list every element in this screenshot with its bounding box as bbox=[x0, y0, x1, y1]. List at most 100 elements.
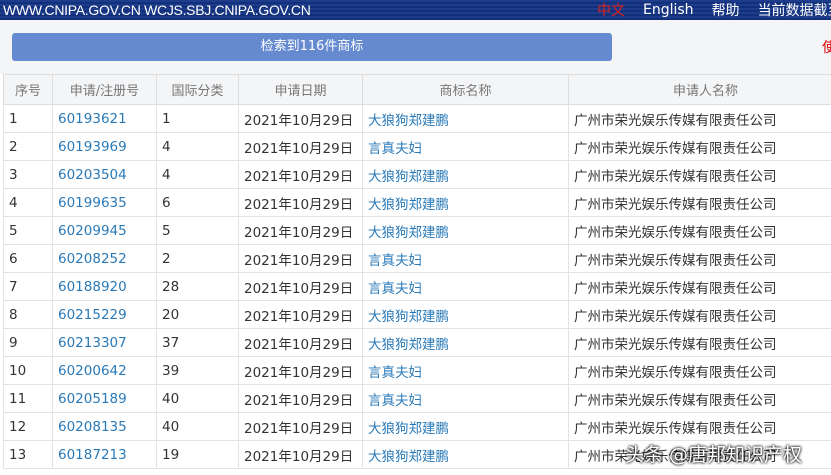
trademark-name-link[interactable]: 言真夫妇 bbox=[362, 244, 569, 273]
row-index: 4 bbox=[3, 188, 53, 217]
applicant-name: 广州市荣光娱乐传媒有限责任公司 bbox=[568, 356, 831, 385]
row-index: 1 bbox=[3, 104, 53, 133]
intl-class: 20 bbox=[156, 300, 239, 329]
trademark-name-link[interactable]: 言真夫妇 bbox=[362, 356, 569, 385]
row-index: 12 bbox=[3, 412, 53, 441]
application-number-link[interactable]: 60215229 bbox=[52, 300, 157, 329]
column-header: 序号 bbox=[3, 74, 53, 105]
table-row: 10 60200642 39 2021年10月29日 言真夫妇 广州市荣光娱乐传媒有限责任… bbox=[3, 356, 831, 385]
trademark-name-link[interactable]: 大狼狗郑建鹏 bbox=[362, 412, 569, 441]
applicant-name: 广州市荣光娱乐传媒有限责任公司 bbox=[568, 384, 831, 413]
applicant-name: 广州市荣光娱乐传媒有限责任公司 bbox=[568, 412, 831, 441]
applicant-name: 广州市荣光娱乐传媒有限责任公司 bbox=[568, 216, 831, 245]
lang-zh-link[interactable]: 中文 bbox=[597, 0, 625, 20]
applicant-name: 广州市荣光娱乐传媒有限责任公司 bbox=[568, 188, 831, 217]
intl-class: 19 bbox=[156, 440, 239, 469]
intl-class: 6 bbox=[156, 188, 239, 217]
applicant-name: 广州市荣光娱乐传媒有限责任公司 bbox=[568, 300, 831, 329]
application-number-link[interactable]: 60188920 bbox=[52, 272, 157, 301]
application-date: 2021年10月29日 bbox=[238, 300, 363, 329]
application-number-link[interactable]: 60213307 bbox=[52, 328, 157, 357]
application-number-link[interactable]: 60203504 bbox=[52, 160, 157, 189]
table-row: 8 60215229 20 2021年10月29日 大狼狗郑建鹏 广州市荣光娱乐传媒有限责… bbox=[3, 300, 831, 329]
results-table: 序号 申请/注册号 国际分类 申请日期 商标名称 申请人名称 1 60193621 1 2021… bbox=[3, 74, 831, 469]
row-index: 8 bbox=[3, 300, 53, 329]
trademark-name-link[interactable]: 大狼狗郑建鹏 bbox=[362, 216, 569, 245]
row-index: 9 bbox=[3, 328, 53, 357]
application-number-link[interactable]: 60205189 bbox=[52, 384, 157, 413]
row-index: 6 bbox=[3, 244, 53, 273]
application-number-link[interactable]: 60200642 bbox=[52, 356, 157, 385]
application-date: 2021年10月29日 bbox=[238, 216, 363, 245]
application-number-link[interactable]: 60199635 bbox=[52, 188, 157, 217]
application-date: 2021年10月29日 bbox=[238, 412, 363, 441]
trademark-name-link[interactable]: 大狼狗郑建鹏 bbox=[362, 188, 569, 217]
intl-class: 5 bbox=[156, 216, 239, 245]
table-row: 5 60209945 5 2021年10月29日 大狼狗郑建鹏 广州市荣光娱乐传媒有限责任… bbox=[3, 216, 831, 245]
applicant-name: 广州市荣光娱乐传媒有限责任公司 bbox=[568, 104, 831, 133]
result-count-banner: 检索到116件商标 bbox=[12, 33, 612, 61]
application-number-link[interactable]: 60193621 bbox=[52, 104, 157, 133]
application-date: 2021年10月29日 bbox=[238, 440, 363, 469]
application-number-link[interactable]: 60208135 bbox=[52, 412, 157, 441]
trademark-name-link[interactable]: 言真夫妇 bbox=[362, 272, 569, 301]
trademark-name-link[interactable]: 大狼狗郑建鹏 bbox=[362, 300, 569, 329]
table-row: 4 60199635 6 2021年10月29日 大狼狗郑建鹏 广州市荣光娱乐传媒有限责任… bbox=[3, 188, 831, 217]
table-row: 6 60208252 2 2021年10月29日 言真夫妇 广州市荣光娱乐传媒有限责任公司 bbox=[3, 244, 831, 273]
application-date: 2021年10月29日 bbox=[238, 328, 363, 357]
site-url: WWW.CNIPA.GOV.CN WCJS.SBJ.CNIPA.GOV.CN bbox=[3, 2, 311, 18]
row-index: 3 bbox=[3, 160, 53, 189]
application-date: 2021年10月29日 bbox=[238, 272, 363, 301]
row-index: 11 bbox=[3, 384, 53, 413]
data-cutoff: 当前数据截至 bbox=[757, 3, 831, 19]
trademark-name-link[interactable]: 言真夫妇 bbox=[362, 132, 569, 161]
applicant-name: 广州市荣光娱乐传媒有限责任公司 bbox=[568, 160, 831, 189]
intl-class: 40 bbox=[156, 412, 239, 441]
trademark-name-link[interactable]: 大狼狗郑建鹏 bbox=[362, 440, 569, 469]
top-bar: WWW.CNIPA.GOV.CN WCJS.SBJ.CNIPA.GOV.CN 中… bbox=[0, 0, 831, 20]
application-date: 2021年10月29日 bbox=[238, 188, 363, 217]
column-header: 申请/注册号 bbox=[52, 74, 157, 105]
summary-bar: 检索到116件商标 使 bbox=[0, 20, 831, 74]
table-header: 序号 申请/注册号 国际分类 申请日期 商标名称 申请人名称 bbox=[3, 74, 831, 105]
trademark-name-link[interactable]: 大狼狗郑建鹏 bbox=[362, 104, 569, 133]
table-row: 1 60193621 1 2021年10月29日 大狼狗郑建鹏 广州市荣光娱乐传媒有限责任… bbox=[3, 104, 831, 133]
help-link[interactable]: 帮助 bbox=[712, 0, 740, 20]
trademark-name-link[interactable]: 大狼狗郑建鹏 bbox=[362, 160, 569, 189]
lang-en-link[interactable]: English bbox=[643, 2, 694, 18]
trademark-name-link[interactable]: 言真夫妇 bbox=[362, 384, 569, 413]
right-notice: 使 bbox=[822, 40, 831, 56]
table-row: 9 60213307 37 2021年10月29日 大狼狗郑建鹏 广州市荣光娱乐传媒有限责… bbox=[3, 328, 831, 357]
table-row: 12 60208135 40 2021年10月29日 大狼狗郑建鹏 广州市荣光娱乐传媒有限… bbox=[3, 412, 831, 441]
column-header: 申请人名称 bbox=[568, 74, 831, 105]
application-date: 2021年10月29日 bbox=[238, 104, 363, 133]
applicant-name: 广州市荣光娱乐传媒有限责任公司 bbox=[568, 244, 831, 273]
row-index: 10 bbox=[3, 356, 53, 385]
table-row: 7 60188920 28 2021年10月29日 言真夫妇 广州市荣光娱乐传媒有限责任公… bbox=[3, 272, 831, 301]
application-number-link[interactable]: 60193969 bbox=[52, 132, 157, 161]
applicant-name: 广州市荣光娱乐传媒有限责任公司 bbox=[568, 272, 831, 301]
column-header: 商标名称 bbox=[362, 74, 569, 105]
row-index: 2 bbox=[3, 132, 53, 161]
intl-class: 37 bbox=[156, 328, 239, 357]
application-date: 2021年10月29日 bbox=[238, 132, 363, 161]
applicant-name: 广州市荣光娱乐传媒有限责任公司 bbox=[568, 328, 831, 357]
top-links: 中文 English 帮助 当前数据截至 bbox=[597, 0, 831, 20]
table-row: 3 60203504 4 2021年10月29日 大狼狗郑建鹏 广州市荣光娱乐传媒有限责任… bbox=[3, 160, 831, 189]
intl-class: 39 bbox=[156, 356, 239, 385]
intl-class: 4 bbox=[156, 160, 239, 189]
applicant-name: 广州市荣光娱乐传媒有限责任公司 bbox=[568, 132, 831, 161]
intl-class: 40 bbox=[156, 384, 239, 413]
column-header: 国际分类 bbox=[156, 74, 239, 105]
row-index: 5 bbox=[3, 216, 53, 245]
intl-class: 2 bbox=[156, 244, 239, 273]
trademark-name-link[interactable]: 大狼狗郑建鹏 bbox=[362, 328, 569, 357]
table-row: 11 60205189 40 2021年10月29日 言真夫妇 广州市荣光娱乐传媒有限责任… bbox=[3, 384, 831, 413]
application-number-link[interactable]: 60209945 bbox=[52, 216, 157, 245]
application-number-link[interactable]: 60208252 bbox=[52, 244, 157, 273]
application-number-link[interactable]: 60187213 bbox=[52, 440, 157, 469]
application-date: 2021年10月29日 bbox=[238, 244, 363, 273]
intl-class: 4 bbox=[156, 132, 239, 161]
intl-class: 28 bbox=[156, 272, 239, 301]
table-row: 2 60193969 4 2021年10月29日 言真夫妇 广州市荣光娱乐传媒有限责任公司 bbox=[3, 132, 831, 161]
